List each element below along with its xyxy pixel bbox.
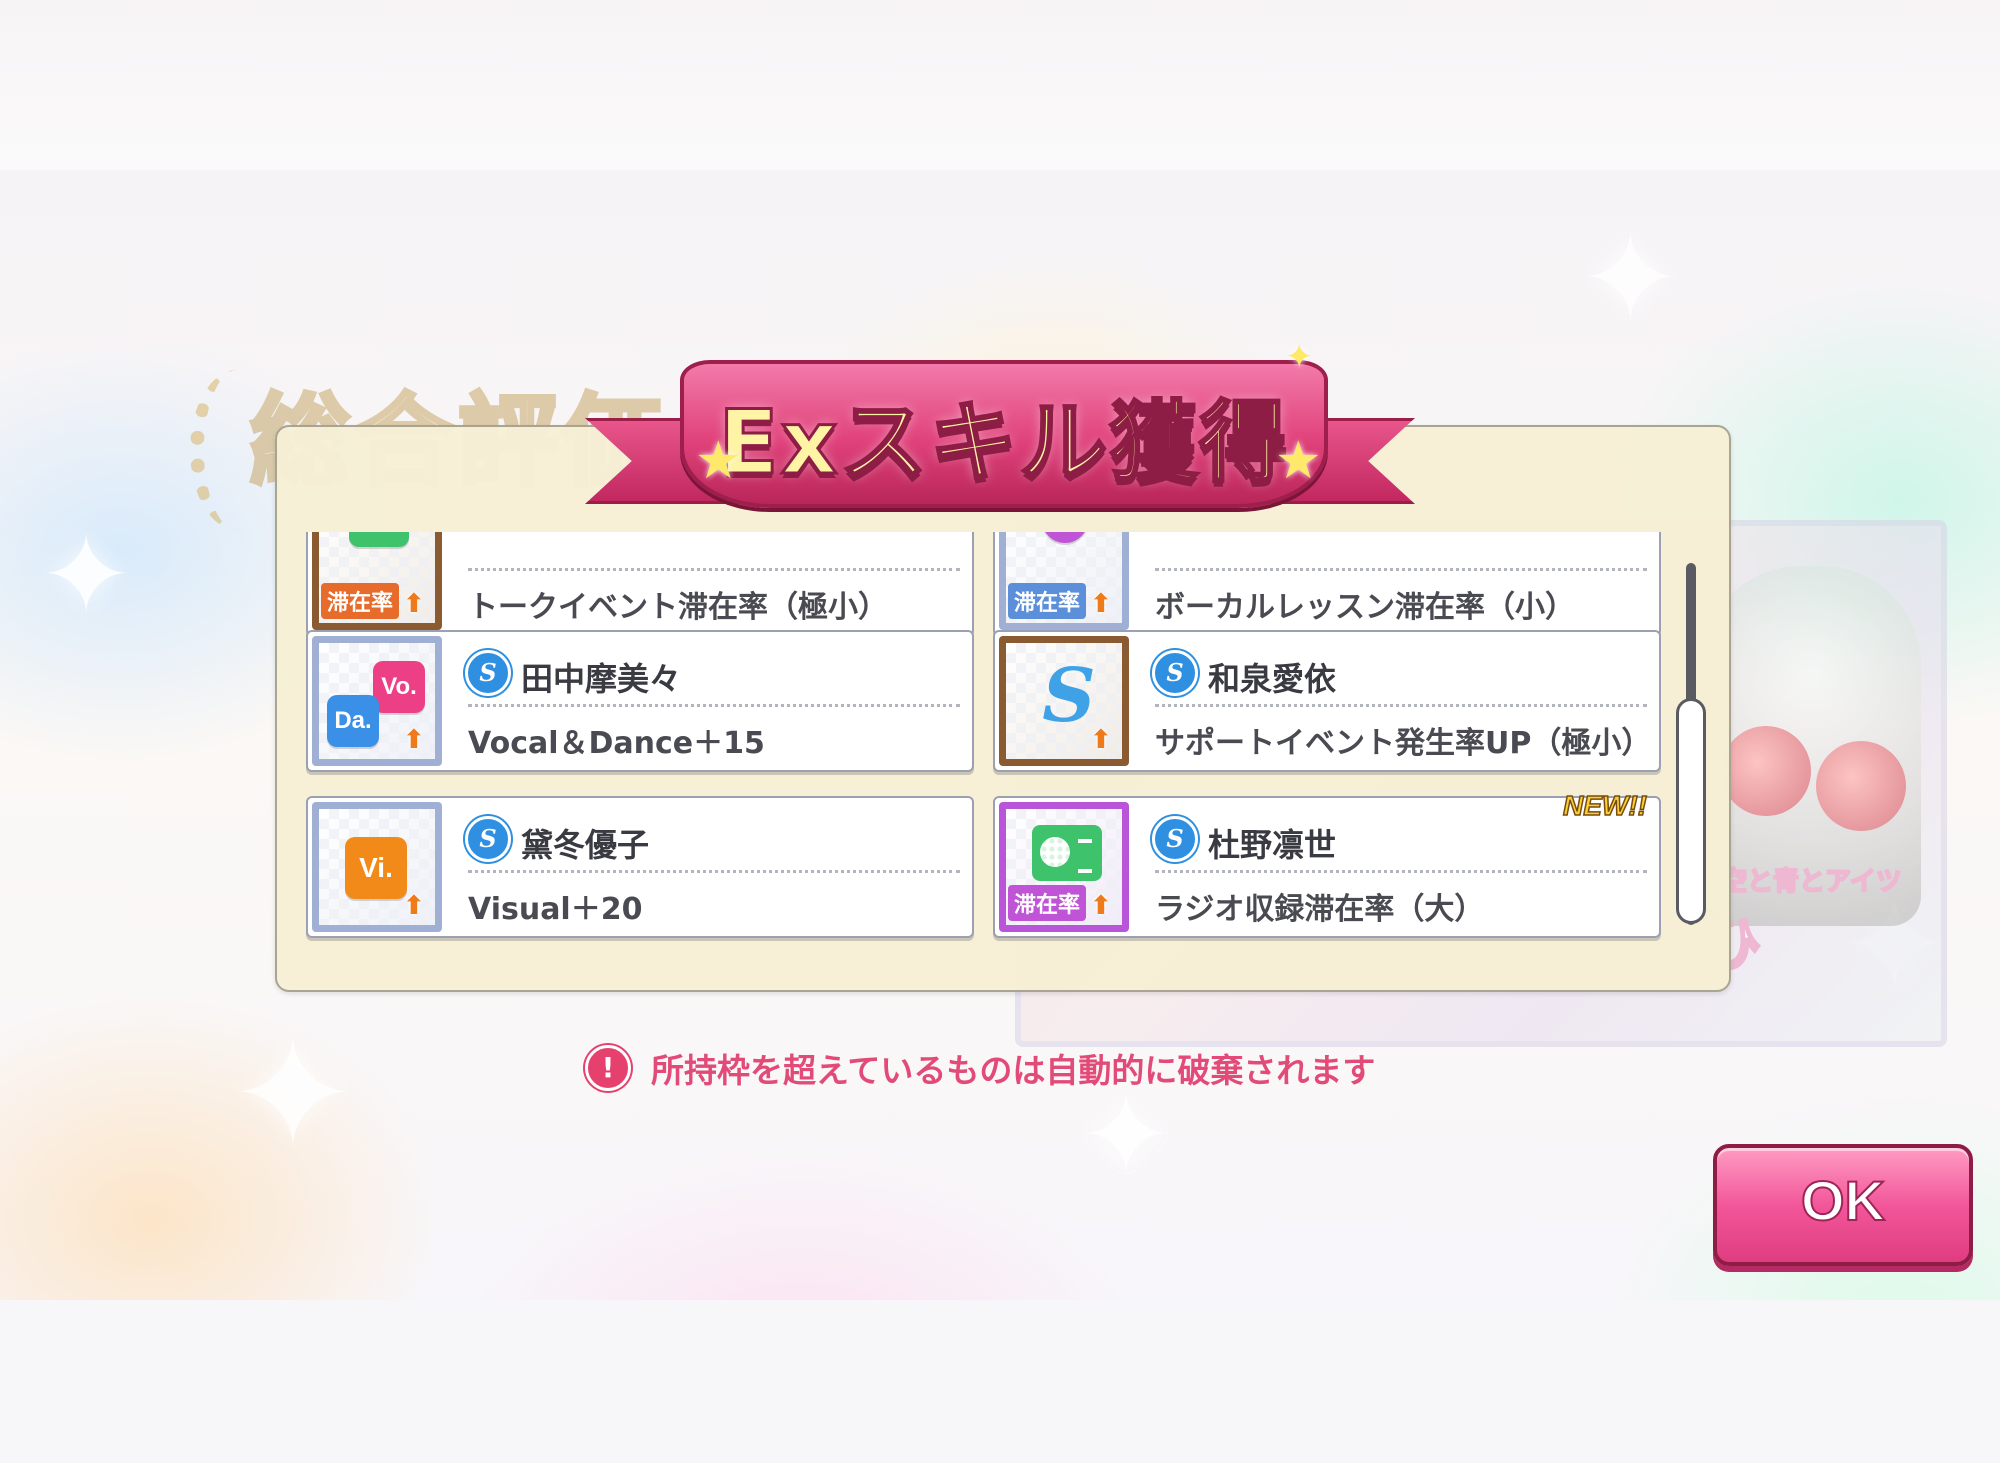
scrollbar-thumb[interactable]: [1676, 698, 1706, 924]
skill-icon-frame: 滞在率 ⬆: [999, 532, 1129, 630]
ok-button[interactable]: OK: [1713, 1144, 1973, 1266]
support-idol-icon: S: [1152, 816, 1198, 862]
skill-icon-frame: 滞在率 ⬆: [999, 802, 1129, 932]
skill-icon-frame: S ⬆: [999, 636, 1129, 766]
background-bottom: [0, 1300, 2000, 1463]
sparkle-icon: ✦: [1080, 1071, 1173, 1199]
up-arrow-icon: ⬆: [403, 589, 425, 619]
skill-description: トークイベント滞在率（極小）: [468, 590, 888, 625]
up-arrow-icon: ⬆: [1090, 891, 1112, 921]
skill-card[interactable]: Vi. ⬆ S 黛冬優子 Visual＋20: [306, 796, 974, 938]
page-title: Exスキル獲得: [717, 390, 1290, 496]
card-divider: [1155, 870, 1647, 873]
skill-description: Visual＋20: [468, 892, 643, 927]
new-badge: NEW!!: [1562, 789, 1647, 822]
radio-icon: [1032, 825, 1102, 881]
mascot-eye: [1721, 726, 1811, 816]
support-idol-name: 田中摩美々: [521, 660, 682, 698]
up-arrow-icon: ⬆: [1090, 589, 1112, 619]
support-idol-name: 和泉愛依: [1208, 660, 1337, 698]
support-idol-icon: S: [1152, 650, 1198, 696]
stay-rate-label: 滞在率: [1008, 583, 1087, 619]
ok-button-label: OK: [1800, 1168, 1886, 1233]
card-divider: [1155, 568, 1647, 571]
support-idol-icon: S: [465, 816, 511, 862]
skill-description: ラジオ収録滞在率（大）: [1155, 892, 1485, 927]
sparkle-icon: ✦: [1580, 210, 1681, 349]
stay-rate-label: 滞在率: [321, 583, 400, 619]
support-idol-name: 黛冬優子: [521, 826, 650, 864]
skill-list[interactable]: 滞在率 ⬆ トークイベント滞在率（極小） 滞在率 ⬆ ボーカルレッスン滞在率（小…: [300, 532, 1685, 942]
vocal-badge-icon: Vo.: [373, 661, 425, 713]
skill-icon-frame: 滞在率 ⬆: [312, 532, 442, 630]
up-arrow-icon: ⬆: [1090, 725, 1112, 755]
star-icon: ★: [1275, 431, 1322, 491]
ribbon-body: Exスキル獲得: [680, 360, 1328, 508]
talk-bubble-icon: [349, 532, 409, 547]
skill-card[interactable]: 滞在率 ⬆ ボーカルレッスン滞在率（小）: [993, 532, 1661, 636]
background-top: [0, 0, 2000, 170]
mascot-eye: [1816, 741, 1906, 831]
warning-text: 所持枠を超えているものは自動的に破棄されます: [651, 1051, 1376, 1090]
skill-description: Vocal＆Dance＋15: [468, 726, 765, 761]
up-arrow-icon: ⬆: [403, 891, 425, 921]
support-idol-icon: S: [465, 650, 511, 696]
skill-icon-frame: Vi. ⬆: [312, 802, 442, 932]
skill-description: サポートイベント発生率UP（極小）: [1155, 726, 1652, 761]
star-icon: ★: [695, 431, 742, 491]
discard-warning: ! 所持枠を超えているものは自動的に破棄されます: [585, 1044, 1375, 1092]
title-ribbon: Exスキル獲得 ★ ★ ✦: [585, 340, 1415, 520]
idol-card-caption: 空と青とアイツ: [1720, 866, 1903, 898]
skill-card[interactable]: S ⬆ S 和泉愛依 サポートイベント発生率UP（極小）: [993, 630, 1661, 772]
skill-card[interactable]: Vo. Da. ⬆ S 田中摩美々 Vocal＆Dance＋15: [306, 630, 974, 772]
up-arrow-icon: ⬆: [403, 725, 425, 755]
card-divider: [468, 568, 960, 571]
skill-icon-frame: Vo. Da. ⬆: [312, 636, 442, 766]
card-divider: [468, 704, 960, 707]
support-idol-name: 杜野凛世: [1208, 826, 1337, 864]
warning-icon: !: [585, 1045, 631, 1091]
stay-rate-label: 滞在率: [1008, 885, 1087, 921]
star-icon: ✦: [1285, 337, 1314, 377]
sparkle-icon: ✦: [40, 511, 133, 639]
card-divider: [1155, 704, 1647, 707]
skill-description: ボーカルレッスン滞在率（小）: [1155, 590, 1575, 625]
skill-card[interactable]: 滞在率 ⬆ トークイベント滞在率（極小）: [306, 532, 974, 636]
sparkle-icon: ✦: [230, 1008, 356, 1182]
dance-badge-icon: Da.: [327, 695, 379, 747]
card-divider: [468, 870, 960, 873]
skill-card[interactable]: 滞在率 ⬆ S 杜野凛世 ラジオ収録滞在率（大）: [993, 796, 1661, 938]
visual-badge-icon: Vi.: [345, 837, 407, 899]
